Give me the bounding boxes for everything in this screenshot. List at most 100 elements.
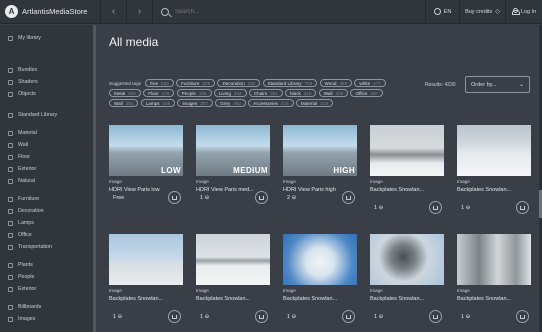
tag-chip[interactable]: Living 334 <box>213 89 247 97</box>
tag-chip[interactable]: Wall 308 <box>318 89 349 97</box>
quality-badge: LOW <box>161 166 181 175</box>
card-type: Image <box>283 288 296 293</box>
cart-icon <box>433 205 438 210</box>
forward-button[interactable]: › <box>126 0 152 24</box>
media-card[interactable]: Image Backplates Snowlan... 1 ⊖ <box>196 234 270 323</box>
sidebar-item-bundles[interactable]: Bundles <box>8 65 37 75</box>
library-icon <box>8 35 13 41</box>
sidebar-item-shaders[interactable]: Shaders <box>8 77 38 87</box>
tag-chip[interactable]: Chairs 331 <box>248 89 283 97</box>
media-card[interactable]: Image Backplates Snowlan... 1 ⊖ <box>109 234 183 323</box>
sidebar-item-floor[interactable]: Floor <box>8 152 30 162</box>
tag-chip[interactable]: Standard Library 749 <box>262 79 318 87</box>
sidebar-item-decoration[interactable]: Decoration <box>8 206 44 216</box>
tag-chip[interactable]: Wall 281 <box>109 99 139 107</box>
add-to-cart-button[interactable] <box>255 191 268 204</box>
tag-chip[interactable]: Furniture 625 <box>176 79 216 87</box>
thumbnail-image[interactable] <box>370 234 444 285</box>
back-button[interactable]: ‹ <box>100 0 126 24</box>
card-price: 1 ⊖ <box>200 314 210 320</box>
sidebar-item-standard-library[interactable]: Standard Library <box>8 110 57 120</box>
image-icon <box>8 316 13 322</box>
add-to-cart-button[interactable] <box>429 201 442 214</box>
login-button[interactable]: Log In <box>506 0 542 24</box>
thumbnail-image[interactable]: LOW <box>109 125 183 176</box>
lamp-icon <box>8 220 13 226</box>
card-type: Image <box>370 179 383 184</box>
tag-chip[interactable]: Lamps 348 <box>140 99 176 107</box>
media-card[interactable]: Image Backplates Snowlan... 1 ⊖ <box>370 234 444 323</box>
thumbnail-image[interactable] <box>196 234 270 285</box>
natural-icon <box>8 178 13 184</box>
tag-chip[interactable]: Floor 376 <box>143 89 175 97</box>
add-to-cart-button[interactable] <box>168 310 181 323</box>
media-card[interactable]: HIGH Image HDRI View Paris high 2 ⊖ <box>283 125 357 204</box>
media-card[interactable]: Image Backplates Snowlan... 1 ⊖ <box>457 125 531 214</box>
tag-chip[interactable]: Metal 585 <box>109 89 141 97</box>
add-to-cart-button[interactable] <box>255 310 268 323</box>
sidebar-item-transportation[interactable]: Transportation <box>8 242 52 252</box>
quality-badge: MEDIUM <box>233 166 268 175</box>
add-to-cart-button[interactable] <box>516 310 529 323</box>
card-title[interactable]: Backplates Snowlan... <box>109 296 183 302</box>
add-to-cart-button[interactable] <box>168 191 181 204</box>
card-title[interactable]: Backplates Snowlan... <box>370 187 444 193</box>
sidebar-item-billboards[interactable]: Billboards <box>8 302 41 312</box>
cart-icon <box>520 205 525 210</box>
thumbnail-image[interactable] <box>457 125 531 176</box>
thumbnail-image[interactable]: HIGH <box>283 125 357 176</box>
tag-chip[interactable]: Decoration 191 <box>217 79 261 87</box>
card-title[interactable]: Backplates Snowlan... <box>457 296 531 302</box>
media-card[interactable]: Image Backplates Snowlan... 1 ⊖ <box>457 234 531 323</box>
search-icon[interactable] <box>161 7 169 16</box>
thumbnail-image[interactable] <box>283 234 357 285</box>
tag-chip[interactable]: Accessories 223 <box>248 99 294 107</box>
add-to-cart-button[interactable] <box>342 191 355 204</box>
sidebar-item-wall[interactable]: Wall <box>8 140 28 150</box>
media-card[interactable]: MEDIUM Image HDRI View Paris med... 1 ⊖ <box>196 125 270 204</box>
sidebar-item-people[interactable]: People <box>8 272 35 282</box>
search-input[interactable] <box>175 8 335 15</box>
sidebar-item-natural[interactable]: Natural <box>8 176 35 186</box>
media-card[interactable]: Image Backplates Snowlan... 1 ⊖ <box>283 234 357 323</box>
sidebar-item-images[interactable]: Images <box>8 314 35 324</box>
add-to-cart-button[interactable] <box>342 310 355 323</box>
thumbnail-image[interactable] <box>457 234 531 285</box>
tag-chip[interactable]: free 633 <box>145 79 174 87</box>
app-logo[interactable]: A ArtlantisMediaStore <box>0 0 100 24</box>
buy-credits-button[interactable]: Buy credits ◇ <box>460 0 506 24</box>
tag-chip[interactable]: white 477 <box>354 79 386 87</box>
card-title[interactable]: Backplates Snowlan... <box>283 296 357 302</box>
thumbnail-image[interactable] <box>109 234 183 285</box>
add-to-cart-button[interactable] <box>516 201 529 214</box>
sidebar-item-objects[interactable]: Objects <box>8 89 36 99</box>
tag-chip[interactable]: Wood 458 <box>319 79 353 87</box>
tag-chip[interactable]: Office 297 <box>350 89 384 97</box>
card-title[interactable]: Backplates Snowlan... <box>370 296 444 302</box>
sidebar-item-material[interactable]: Material <box>8 128 37 138</box>
language-selector[interactable]: EN <box>426 0 460 24</box>
sidebar-item-my-library[interactable]: My library <box>8 33 41 43</box>
tag-chip[interactable]: Material 218 <box>295 99 333 107</box>
cart-icon <box>172 314 177 319</box>
sidebar-item-exterior-objects[interactable]: Exterior <box>8 284 36 294</box>
thumbnail-image[interactable] <box>370 125 444 176</box>
tag-chip[interactable]: Grey 252 <box>215 99 246 107</box>
thumbnail-image[interactable]: MEDIUM <box>196 125 270 176</box>
cart-icon <box>346 314 351 319</box>
tag-chip[interactable]: People 336 <box>176 89 212 97</box>
sidebar-item-exterior[interactable]: Exterior <box>8 164 36 174</box>
tag-chip[interactable]: black 315 <box>285 89 317 97</box>
tag-chip[interactable]: images 257 <box>177 99 213 107</box>
card-title[interactable]: Backplates Snowlan... <box>457 187 531 193</box>
media-card[interactable]: LOW Image HDRI View Paris low Free <box>109 125 183 204</box>
order-by-select[interactable]: Order by... ⌄ <box>465 76 530 93</box>
card-price: 1 ⊖ <box>200 195 210 201</box>
sidebar-item-plants[interactable]: Plants <box>8 260 33 270</box>
add-to-cart-button[interactable] <box>429 310 442 323</box>
card-title[interactable]: Backplates Snowlan... <box>196 296 270 302</box>
sidebar-item-office[interactable]: Office <box>8 230 32 240</box>
sidebar-item-lamps[interactable]: Lamps <box>8 218 34 228</box>
sidebar-item-furniture[interactable]: Furniture <box>8 194 39 204</box>
media-card[interactable]: Image Backplates Snowlan... 1 ⊖ <box>370 125 444 214</box>
